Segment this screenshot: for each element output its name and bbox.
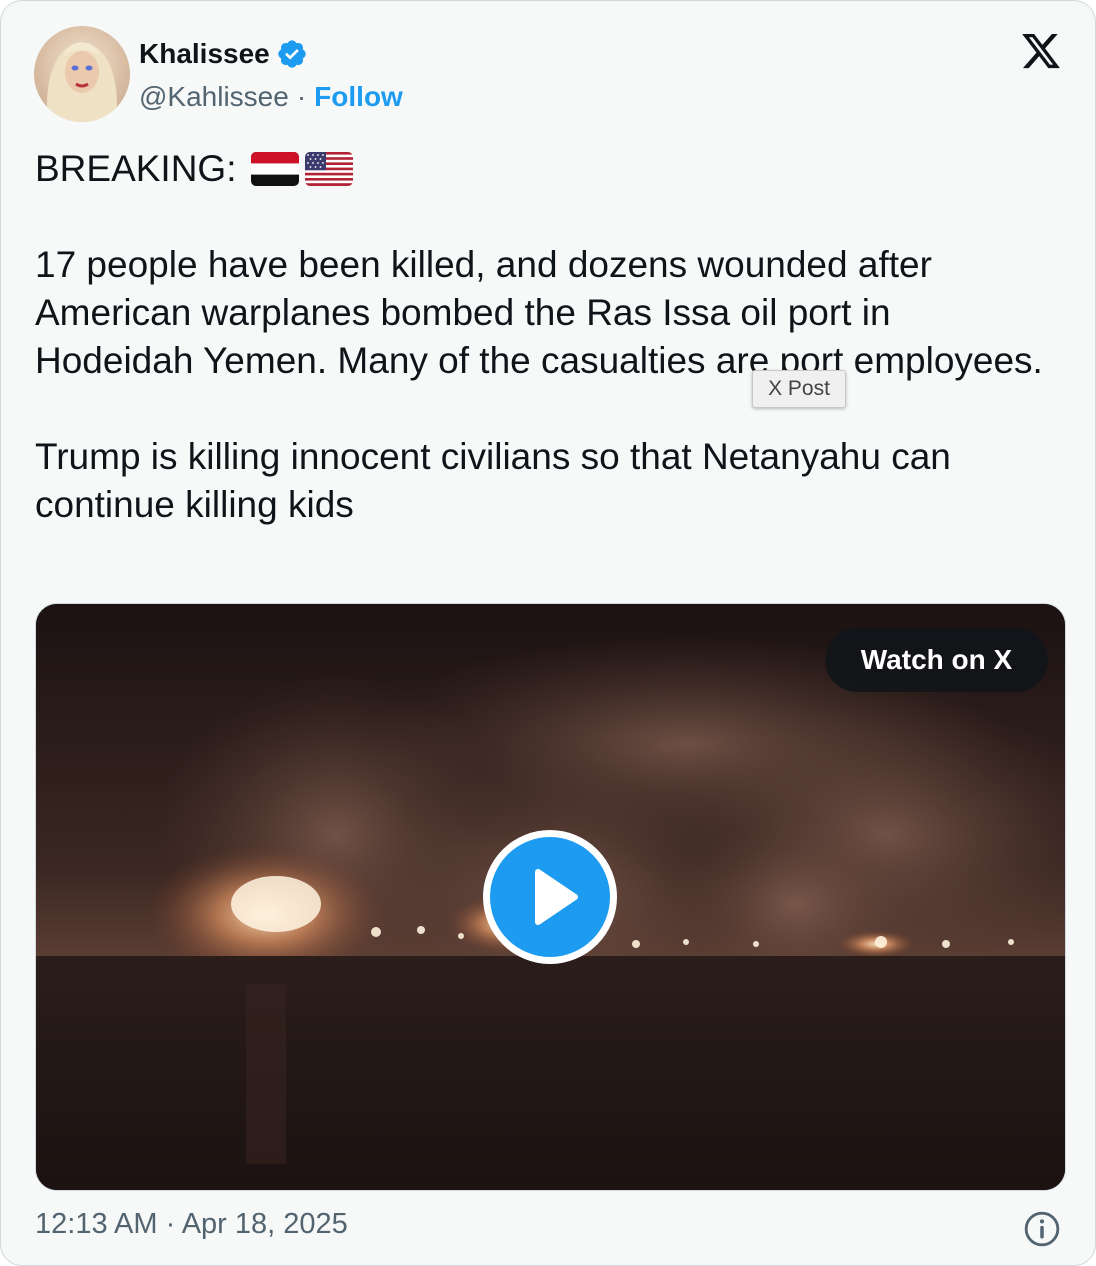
us-flag-icon xyxy=(304,152,353,186)
avatar[interactable] xyxy=(34,26,130,122)
breaking-label: BREAKING: xyxy=(35,148,237,189)
follow-link[interactable]: Follow xyxy=(314,81,403,113)
yemen-flag-icon xyxy=(250,152,299,186)
verified-badge-icon xyxy=(278,40,306,68)
post-paragraph-1: 17 people have been killed, and dozens w… xyxy=(35,244,1043,381)
play-icon xyxy=(535,869,578,925)
embedded-post-card: Khalissee @Kahlissee · Follow BREAKING: xyxy=(0,0,1096,1266)
author-name[interactable]: Khalissee xyxy=(139,38,270,70)
author-name-row[interactable]: Khalissee xyxy=(139,34,308,74)
x-post-tooltip: X Post xyxy=(752,370,846,408)
x-logo-icon[interactable] xyxy=(1018,30,1064,72)
post-text: BREAKING: 17 people have been killed, an… xyxy=(35,145,1045,529)
post-paragraph-2: Trump is killing innocent civilians so t… xyxy=(35,436,951,525)
author-handle-row: @Kahlissee · Follow xyxy=(139,79,403,115)
play-button[interactable] xyxy=(483,830,617,964)
play-button-circle xyxy=(490,837,610,957)
flags xyxy=(250,152,353,186)
separator-dot: · xyxy=(296,81,307,112)
video-media[interactable]: Watch on X xyxy=(35,603,1066,1191)
author-handle[interactable]: @Kahlissee xyxy=(139,81,289,113)
watch-on-x-button[interactable]: Watch on X xyxy=(825,628,1048,692)
info-icon[interactable] xyxy=(1023,1210,1061,1248)
breaking-line: BREAKING: xyxy=(35,145,1045,193)
post-timestamp[interactable]: 12:13 AM · Apr 18, 2025 xyxy=(35,1208,348,1241)
